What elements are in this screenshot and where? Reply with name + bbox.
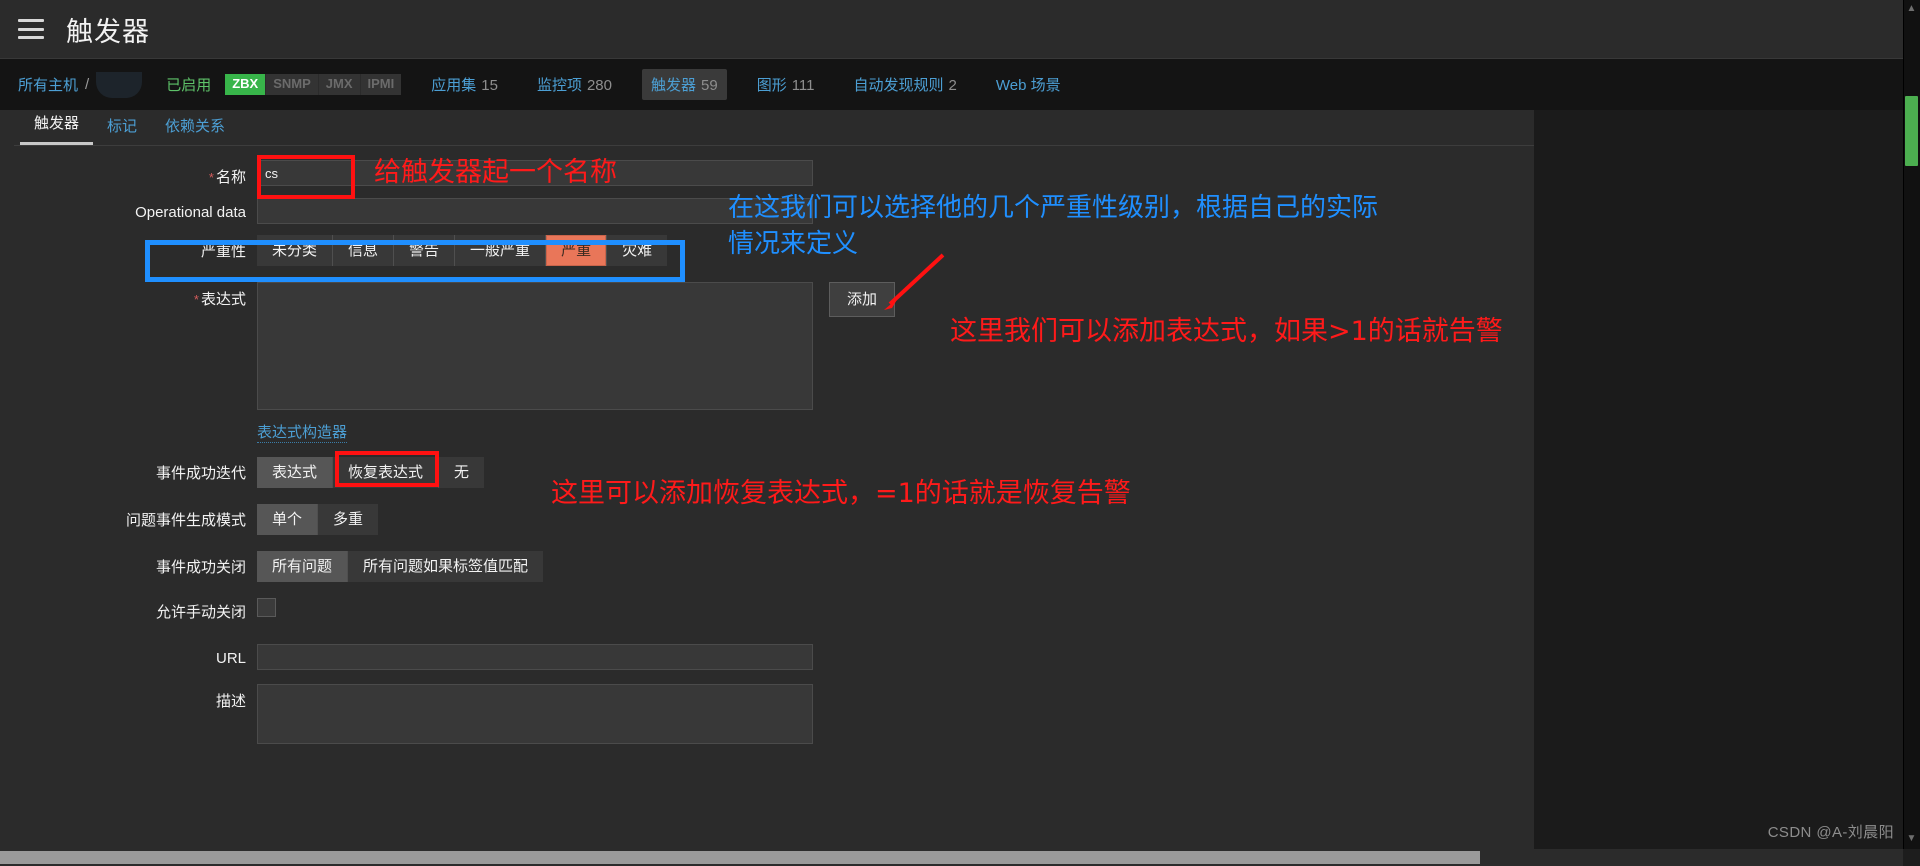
breadcrumb-item-label: 应用集	[431, 77, 477, 94]
ok-event-option-all-problems[interactable]: 所有问题	[257, 551, 349, 582]
breadcrumb-item-items[interactable]: 监控项 280	[528, 69, 621, 100]
breadcrumb-item-label: 图形	[756, 77, 787, 94]
form-row-expression-constructor: 表达式构造器	[14, 421, 1534, 443]
label-expression: * 表达式	[193, 291, 246, 308]
scroll-up-icon[interactable]: ▲	[1905, 2, 1918, 16]
form-row-recovery-mode: 事件成功迭代 表达式 恢复表达式 无	[14, 457, 1534, 488]
severity-selector: 未分类 信息 警告 一般严重 严重 灾难	[257, 235, 668, 266]
problem-event-mode-option-multiple[interactable]: 多重	[318, 504, 379, 535]
breadcrumb: 所有主机 / 已启用 ZBX SNMP JMX IPMI 应用集 15 监控项 28…	[0, 59, 1920, 110]
breadcrumb-item-triggers[interactable]: 触发器 59	[641, 69, 727, 100]
breadcrumb-item-discovery-rules[interactable]: 自动发现规则 2	[845, 69, 966, 100]
host-status-enabled: 已启用	[166, 77, 212, 94]
form-row-url: URL	[14, 644, 1534, 670]
severity-option-high[interactable]: 严重	[546, 235, 608, 266]
problem-event-mode-selector: 单个 多重	[257, 504, 379, 535]
vertical-scrollbar-thumb[interactable]	[1905, 96, 1918, 166]
top-bar: 触发器	[0, 0, 1920, 59]
recovery-mode-option-expression[interactable]: 表达式	[257, 457, 334, 488]
interface-badges: ZBX SNMP JMX IPMI	[225, 74, 402, 95]
tab-dependencies[interactable]: 依赖关系	[151, 112, 239, 145]
tab-bar: 触发器 标记 依赖关系	[14, 110, 1534, 146]
breadcrumb-item-graphs[interactable]: 图形 111	[748, 69, 824, 100]
recovery-mode-option-recovery-expression[interactable]: 恢复表达式	[333, 457, 440, 488]
expression-constructor-link[interactable]: 表达式构造器	[257, 421, 348, 443]
severity-option-average[interactable]: 一般严重	[455, 235, 547, 266]
hamburger-icon[interactable]	[18, 19, 44, 39]
breadcrumb-item-web-scenarios[interactable]: Web 场景	[987, 69, 1075, 100]
breadcrumb-item-count: 15	[481, 77, 498, 94]
form-row-description: 描述	[14, 684, 1534, 749]
description-textarea[interactable]	[257, 684, 813, 744]
breadcrumb-item-count: 2	[948, 77, 957, 94]
form-row-expression: * 表达式 添加	[14, 282, 1534, 410]
form-row-severity: 严重性 未分类 信息 警告 一般严重 严重 灾难	[14, 235, 1534, 266]
severity-option-disaster[interactable]: 灾难	[607, 235, 668, 266]
severity-option-not-classified[interactable]: 未分类	[257, 235, 334, 266]
interface-badge-snmp[interactable]: SNMP	[266, 74, 319, 95]
right-empty-pane	[1534, 110, 1903, 866]
label-operational-data: Operational data	[135, 204, 246, 221]
required-marker: *	[193, 292, 199, 307]
url-input[interactable]	[257, 644, 813, 670]
label-name: * 名称	[208, 169, 246, 186]
label-description: 描述	[215, 693, 246, 710]
recovery-mode-option-none[interactable]: 无	[439, 457, 485, 488]
severity-option-information[interactable]: 信息	[333, 235, 395, 266]
breadcrumb-item-applications[interactable]: 应用集 15	[422, 69, 507, 100]
breadcrumb-item-count: 59	[701, 77, 718, 94]
problem-event-mode-option-single[interactable]: 单个	[257, 504, 319, 535]
form-row-operational-data: Operational data	[14, 198, 1534, 224]
breadcrumb-item-label: 触发器	[650, 77, 696, 94]
label-problem-event-mode: 问题事件生成模式	[125, 512, 246, 529]
trigger-form: *名称 Operational data 严重性 未分类 信息 警告 一般严重	[14, 146, 1534, 744]
breadcrumb-item-label: 监控项	[536, 77, 582, 94]
add-expression-button[interactable]: 添加	[829, 282, 896, 317]
label-recovery-mode: 事件成功迭代	[155, 465, 246, 482]
operational-data-input[interactable]	[257, 198, 813, 224]
label-severity: 严重性	[200, 243, 246, 260]
horizontal-scrollbar-thumb[interactable]	[0, 851, 1480, 864]
interface-badge-zbx[interactable]: ZBX	[225, 74, 267, 95]
watermark: CSDN @A-刘晨阳	[1767, 824, 1894, 841]
breadcrumb-all-hosts[interactable]: 所有主机	[18, 74, 78, 95]
expression-textarea[interactable]	[257, 282, 813, 410]
form-row-allow-manual-close: 允许手动关闭	[14, 598, 1534, 622]
interface-badge-jmx[interactable]: JMX	[318, 74, 361, 95]
horizontal-scrollbar[interactable]	[0, 849, 1903, 866]
breadcrumb-host-redacted	[96, 71, 143, 98]
breadcrumb-item-count: 111	[791, 77, 815, 94]
form-row-name: * 名称	[14, 160, 1534, 187]
ok-event-closes-selector: 所有问题 所有问题如果标签值匹配	[257, 551, 544, 582]
breadcrumb-separator: /	[85, 76, 90, 93]
breadcrumb-item-label: 自动发现规则	[853, 77, 944, 94]
tab-tags[interactable]: 标记	[93, 112, 151, 145]
page-title: 触发器	[66, 16, 150, 47]
severity-option-warning[interactable]: 警告	[394, 235, 456, 266]
interface-badge-ipmi[interactable]: IPMI	[360, 74, 402, 95]
label-allow-manual-close: 允许手动关闭	[155, 604, 246, 621]
required-marker: *	[208, 170, 214, 185]
name-input[interactable]	[257, 160, 813, 186]
scrollbar-corner	[1903, 849, 1920, 866]
vertical-scrollbar[interactable]: ▲ ▼	[1903, 0, 1920, 866]
allow-manual-close-checkbox[interactable]	[257, 598, 276, 617]
label-ok-event-closes: 事件成功关闭	[155, 559, 246, 576]
breadcrumb-item-label: Web 场景	[995, 77, 1061, 94]
label-url: URL	[215, 650, 246, 667]
form-row-ok-event-closes: 事件成功关闭 所有问题 所有问题如果标签值匹配	[14, 551, 1534, 582]
form-row-problem-event-mode: 问题事件生成模式 单个 多重	[14, 504, 1534, 535]
recovery-mode-selector: 表达式 恢复表达式 无	[257, 457, 485, 488]
app-window: 触发器 所有主机 / 已启用 ZBX SNMP JMX IPMI 应用集 15 监…	[0, 0, 1920, 866]
tab-trigger[interactable]: 触发器	[20, 109, 94, 145]
breadcrumb-item-count: 280	[586, 77, 612, 94]
ok-event-option-all-problems-if-tag-match[interactable]: 所有问题如果标签值匹配	[348, 551, 544, 582]
scroll-down-icon[interactable]: ▼	[1905, 832, 1918, 846]
